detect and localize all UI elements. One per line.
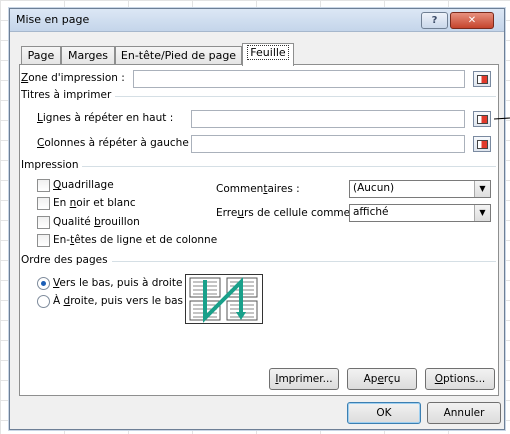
dropdown-arrow-icon: ▼ <box>474 181 490 197</box>
row-col-headers-checkbox[interactable] <box>37 234 50 247</box>
cancel-button[interactable]: Annuler <box>427 402 501 424</box>
print-area-label: Zone d'impression : <box>21 72 125 84</box>
ref-select-icon <box>477 140 488 149</box>
title-bar: Mise en page ? ✕ <box>10 9 504 32</box>
over-then-down-radio[interactable] <box>37 295 50 308</box>
cell-errors-value: affiché <box>353 206 389 218</box>
page-setup-dialog: Mise en page ? ✕ Page Marges En-tête/Pie… <box>9 8 505 430</box>
gridlines-label: Quadrillage <box>53 179 114 191</box>
gridlines-checkbox[interactable] <box>37 179 50 192</box>
pointer-line <box>494 117 510 120</box>
comments-label: Commentaires : <box>216 183 300 195</box>
tab-header-footer[interactable]: En-tête/Pied de page <box>115 46 242 65</box>
options-button[interactable]: Options... <box>425 368 495 390</box>
draft-quality-checkbox[interactable] <box>37 216 50 229</box>
tab-sheet[interactable]: Feuille <box>242 43 294 66</box>
page-order-diagram-icon <box>185 274 263 324</box>
rows-to-repeat-input[interactable] <box>191 110 465 128</box>
black-white-checkbox[interactable] <box>37 197 50 210</box>
ref-select-icon <box>477 75 488 84</box>
print-area-label-rest: one d'impression : <box>28 72 125 84</box>
preview-button[interactable]: Aperçu <box>347 368 417 390</box>
cols-to-repeat-input[interactable] <box>191 135 465 153</box>
help-button[interactable]: ? <box>421 12 448 29</box>
ok-button[interactable]: OK <box>347 402 421 424</box>
print-area-input[interactable] <box>133 70 465 88</box>
cell-errors-select[interactable]: affiché ▼ <box>349 204 491 222</box>
over-then-down-label: À droite, puis vers le bas <box>53 295 184 307</box>
dialog-title: Mise en page <box>16 13 90 26</box>
print-group-label: Impression <box>21 159 83 171</box>
tab-margins[interactable]: Marges <box>61 46 115 65</box>
group-divider <box>22 166 496 167</box>
dropdown-arrow-icon: ▼ <box>474 205 490 221</box>
down-then-over-label: Vers le bas, puis à droite <box>53 277 183 289</box>
print-area-ref-button[interactable] <box>473 71 491 87</box>
sheet-tab-panel: Zone d'impression : Titres à imprimer Li… <box>19 64 499 396</box>
cell-errors-label: Erreurs de cellule comme : <box>216 207 357 219</box>
close-button[interactable]: ✕ <box>450 12 494 29</box>
ref-select-icon <box>477 115 488 124</box>
rows-ref-button[interactable] <box>473 111 491 127</box>
comments-select[interactable]: (Aucun) ▼ <box>349 180 491 198</box>
print-titles-group-label: Titres à imprimer <box>21 89 116 101</box>
tab-sheet-label: Feuille <box>247 45 289 60</box>
rows-to-repeat-label: Lignes à répéter en haut : <box>37 112 174 124</box>
tab-page[interactable]: Page <box>21 46 61 65</box>
draft-quality-label: Qualité brouillon <box>53 216 140 228</box>
black-white-label: En noir et blanc <box>53 197 136 209</box>
print-button[interactable]: Imprimer... <box>269 368 339 390</box>
row-col-headers-label: En-têtes de ligne et de colonne <box>53 234 218 246</box>
cols-to-repeat-label: Colonnes à répéter à gauche : <box>37 137 196 149</box>
cols-ref-button[interactable] <box>473 136 491 152</box>
page-order-group-label: Ordre des pages <box>21 254 112 266</box>
down-then-over-radio[interactable] <box>37 277 50 290</box>
comments-value: (Aucun) <box>353 182 395 194</box>
